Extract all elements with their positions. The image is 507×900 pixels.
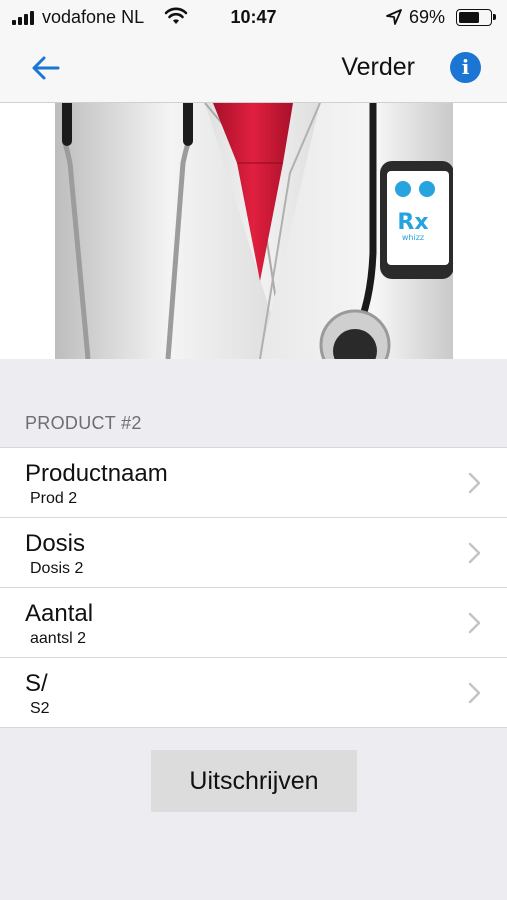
battery-fill — [459, 12, 479, 23]
back-arrow-icon[interactable] — [28, 52, 64, 84]
product-list: Productnaam Prod 2 Dosis Dosis 2 Aantal … — [0, 447, 507, 728]
list-item-title: S/ — [25, 670, 48, 697]
battery-percentage: 69% — [409, 7, 446, 27]
phone-logo-subtext: whizz — [402, 233, 424, 242]
list-item-dosis[interactable]: Dosis Dosis 2 — [0, 518, 507, 588]
hero-image: Rx whizz — [55, 103, 453, 359]
list-item-productnaam[interactable]: Productnaam Prod 2 — [0, 448, 507, 518]
list-item-value: S2 — [30, 700, 50, 717]
uitschrijven-button[interactable]: Uitschrijven — [151, 750, 357, 812]
list-item-aantal[interactable]: Aantal aantsl 2 — [0, 588, 507, 658]
verder-button[interactable]: Verder — [341, 53, 415, 82]
list-item-value: aantsl 2 — [30, 630, 87, 647]
info-icon-glyph: i — [461, 55, 470, 79]
location-arrow-icon — [386, 9, 402, 25]
list-item-title: Aantal — [25, 600, 94, 627]
list-item-s[interactable]: S/ S2 — [0, 658, 507, 727]
screen: vodafone NL 10:47 69% Verder i Rx whizz … — [0, 0, 507, 900]
list-item-value: Dosis 2 — [30, 560, 84, 577]
list-item-title: Dosis — [25, 530, 86, 557]
list-item-title: Productnaam — [25, 460, 168, 487]
chevron-right-icon — [468, 472, 481, 494]
info-icon[interactable]: i — [450, 52, 481, 83]
chevron-right-icon — [468, 612, 481, 634]
status-bar: vodafone NL 10:47 69% — [0, 0, 507, 36]
battery-icon — [456, 9, 496, 26]
doctor-coat-illustration: Rx whizz — [55, 103, 453, 359]
phone-logo-text: Rx — [397, 210, 428, 235]
list-item-value: Prod 2 — [30, 490, 78, 507]
section-header: PRODUCT #2 — [25, 413, 142, 433]
chevron-right-icon — [468, 542, 481, 564]
navigation-bar: Verder i — [0, 36, 507, 103]
chevron-right-icon — [468, 682, 481, 704]
